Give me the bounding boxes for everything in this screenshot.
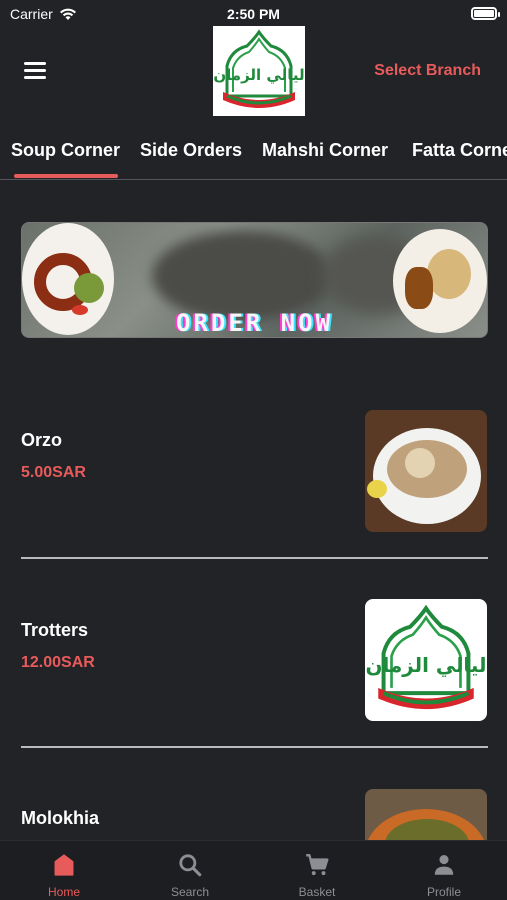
menu-item-orzo[interactable]: Orzo 5.00SAR: [0, 408, 507, 534]
app-header: ليالي الزمان Select Branch: [0, 24, 507, 120]
banner-label: ORDER NOW: [175, 309, 334, 337]
select-branch-button[interactable]: Select Branch: [374, 62, 481, 80]
active-tab-indicator: [14, 174, 118, 178]
item-divider: [21, 557, 488, 559]
tab-mahshi-corner[interactable]: Mahshi Corner: [262, 140, 388, 161]
nav-basket[interactable]: Basket: [254, 841, 380, 900]
nav-profile[interactable]: Profile: [381, 841, 507, 900]
brand-logo: ليالي الزمان: [213, 26, 305, 116]
brand-logo-graphic: ليالي الزمان: [213, 29, 305, 108]
item-image-trotters: ليالي الزمان: [365, 599, 487, 721]
item-name: Molokhia: [21, 808, 100, 828]
brand-logo-text: ليالي الزمان: [213, 66, 304, 84]
order-now-banner[interactable]: ORDER NOW: [21, 222, 488, 338]
nav-search-label: Search: [170, 885, 210, 899]
nav-home-label: Home: [47, 885, 80, 899]
menu-item-molokhia[interactable]: Molokhia: [0, 788, 507, 840]
nav-home[interactable]: Home: [1, 841, 127, 900]
item-divider: [21, 746, 488, 748]
menu-item-trotters[interactable]: Trotters 12.00SAR ليالي الزمان: [0, 598, 507, 724]
nav-basket-label: Basket: [298, 885, 336, 899]
tab-side-orders[interactable]: Side Orders: [140, 140, 242, 161]
person-icon: [434, 855, 454, 875]
item-price: 5.00SAR: [21, 464, 86, 481]
cart-icon: [306, 854, 329, 876]
tab-fatta-corner[interactable]: Fatta Corner: [412, 140, 507, 161]
status-time: 2:50 PM: [227, 6, 280, 22]
item-image-orzo: [365, 410, 487, 532]
nav-profile-label: Profile: [426, 885, 461, 899]
item-name: Trotters: [21, 620, 89, 640]
item-name: Orzo: [21, 430, 63, 450]
brand-logo-graphic: ليالي الزمان: [366, 604, 487, 710]
nav-search[interactable]: Search: [127, 841, 253, 900]
home-icon: [54, 854, 74, 876]
tab-soup-corner[interactable]: Soup Corner: [11, 140, 120, 161]
item-price: 12.00SAR: [21, 654, 95, 671]
search-icon: [179, 854, 202, 877]
item-image-molokhia: [365, 789, 487, 840]
battery-icon: [471, 7, 500, 20]
brand-logo-text: ليالي الزمان: [366, 654, 487, 677]
bottom-navigation: Home Search Basket Profile: [0, 840, 507, 900]
category-tabs: Soup Corner Side Orders Mahshi Corner Fa…: [0, 130, 507, 180]
hamburger-menu-icon[interactable]: [24, 62, 46, 80]
